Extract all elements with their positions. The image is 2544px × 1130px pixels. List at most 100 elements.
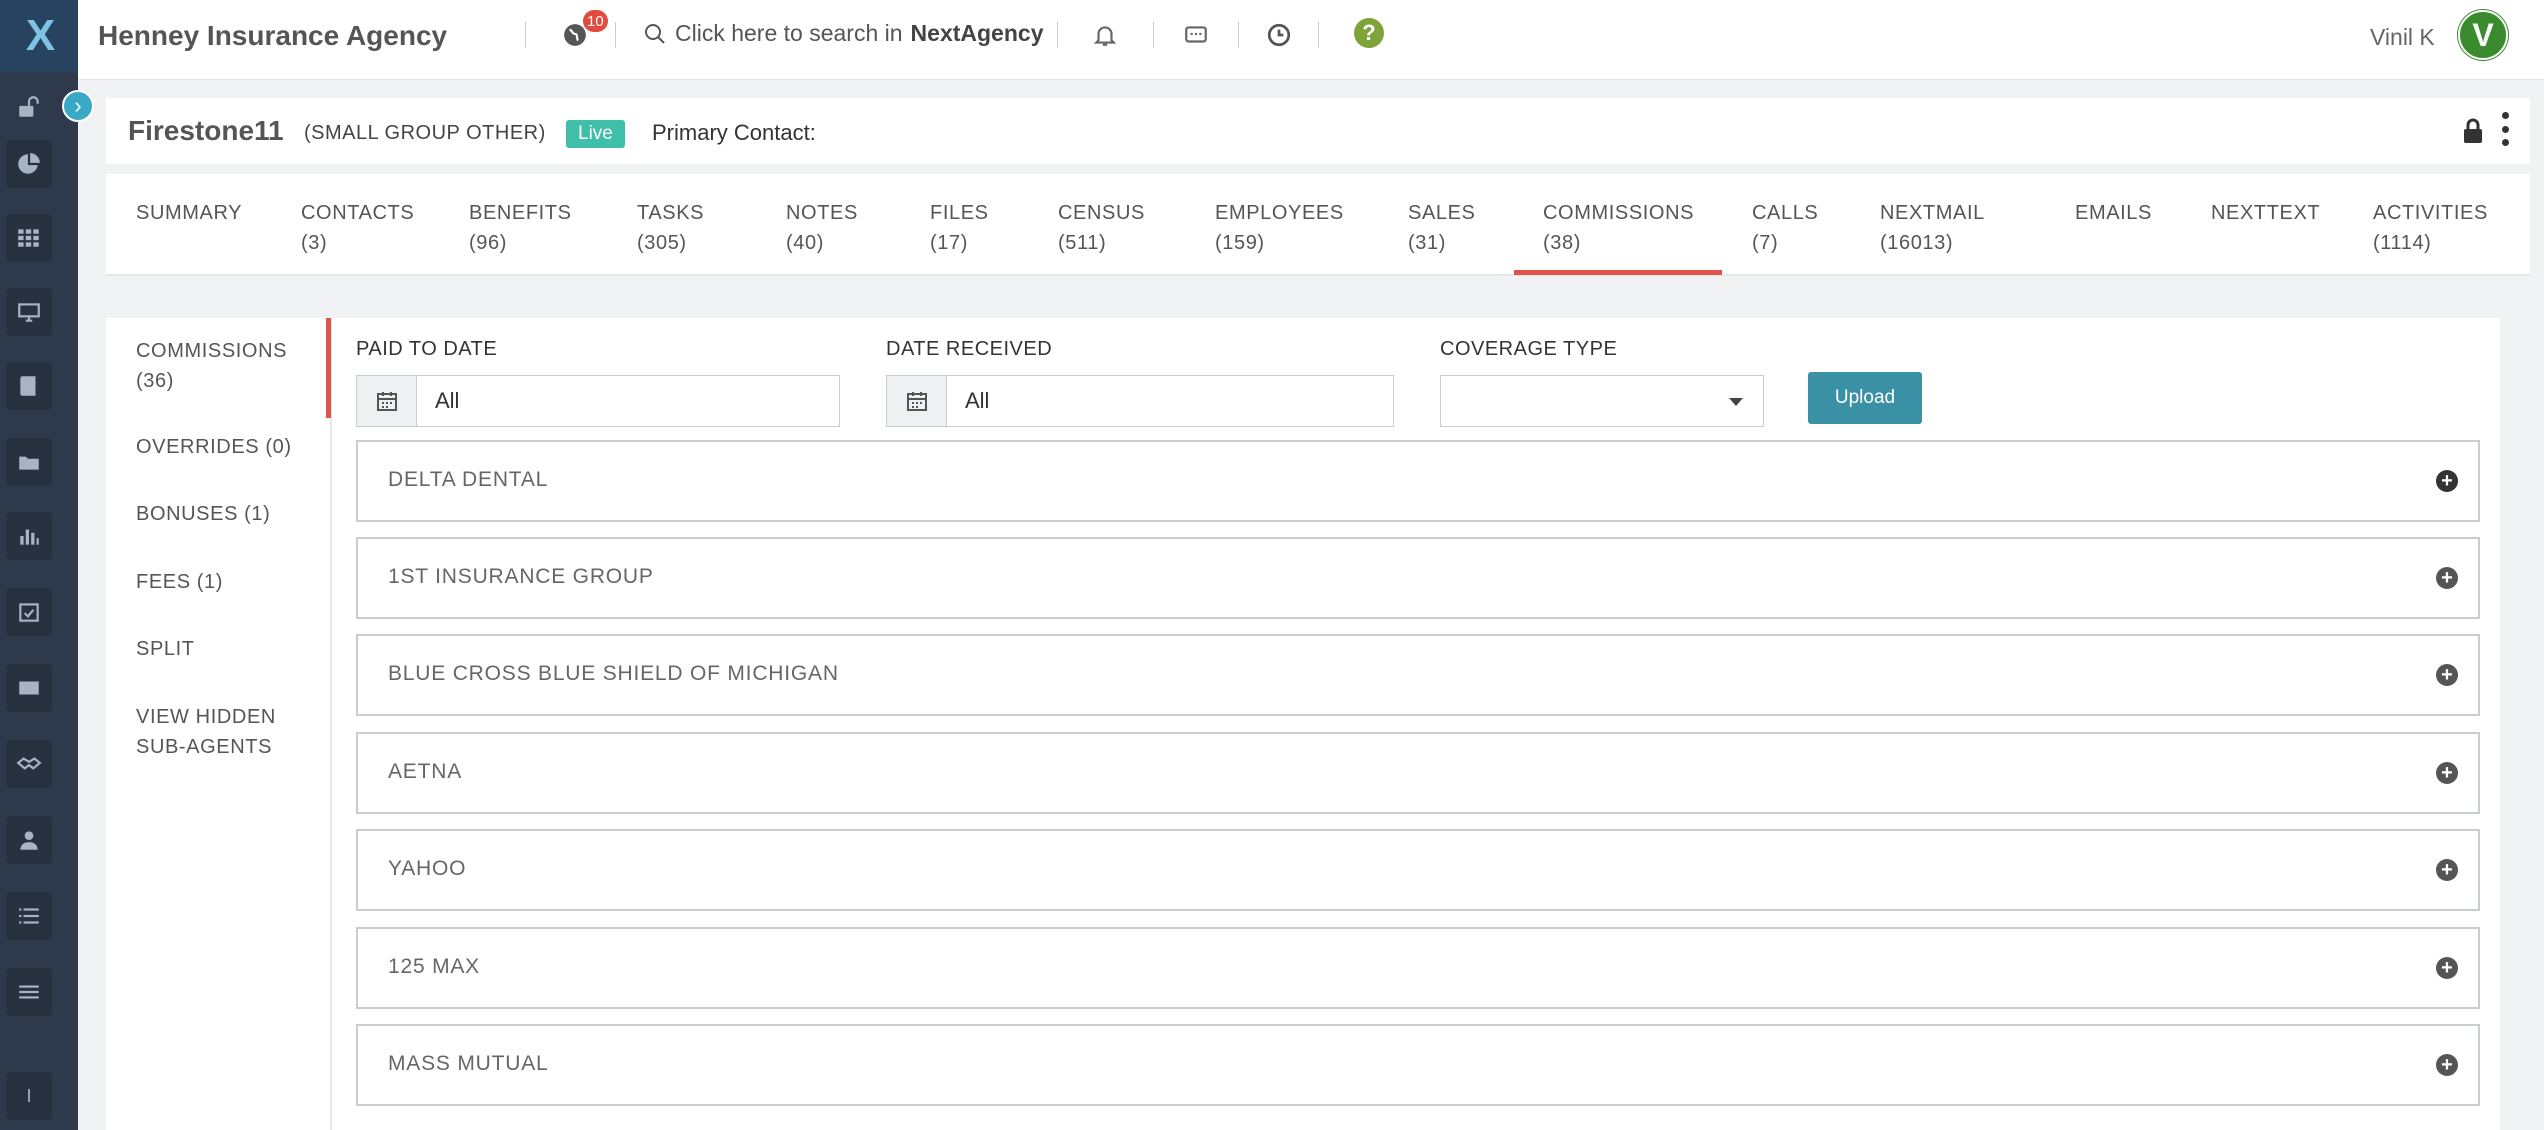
subnav-split[interactable]: SPLIT [136,634,195,664]
divider [1153,22,1154,48]
carrier-name: BLUE CROSS BLUE SHIELD OF MICHIGAN [388,662,839,685]
active-subnav-indicator [326,318,331,418]
carrier-panel[interactable]: DELTA DENTAL + [356,440,2480,522]
bottom-rail-icon[interactable]: I [6,1072,52,1120]
carrier-name: MASS MUTUAL [388,1052,549,1075]
chevron-down-icon [1729,398,1743,406]
tab-contacts[interactable]: CONTACTS (3) [301,198,414,258]
carrier-panel[interactable]: MASS MUTUAL + [356,1024,2480,1106]
search-icon [645,23,665,44]
coverage-type-select[interactable] [1440,375,1764,427]
divider [1057,22,1058,48]
user-name[interactable]: Vinil K [2370,24,2435,51]
subnav-view-hidden-subagents[interactable]: VIEW HIDDEN SUB-AGENTS [136,702,276,762]
carrier-name: AETNA [388,760,463,783]
date-received-field [886,375,1394,427]
record-tabs: SUMMARY CONTACTS (3) BENEFITS (96) TASKS (3… [106,174,2530,276]
upload-button[interactable]: Upload [1808,372,1922,424]
user-icon[interactable] [6,816,52,864]
chat-icon[interactable] [1179,18,1213,52]
tab-files[interactable]: FILES (17) [930,198,989,258]
list-icon[interactable] [6,892,52,940]
date-received-input[interactable] [947,376,1393,426]
tab-summary[interactable]: SUMMARY [136,198,242,228]
agency-name: Henney Insurance Agency [98,20,448,51]
bell-icon[interactable] [1088,18,1122,52]
expand-plus-icon[interactable]: + [2436,1054,2458,1076]
tab-notes[interactable]: NOTES (40) [786,198,858,258]
avatar[interactable]: V [2458,10,2508,60]
rail-toggle-button[interactable]: › [62,90,94,122]
tab-emails[interactable]: EMAILS [2075,198,2152,228]
calendar-icon[interactable] [357,376,417,426]
paid-to-date-field [356,375,840,427]
subnav-commissions[interactable]: COMMISSIONS (36) [136,336,287,396]
folder-icon[interactable] [6,438,52,486]
lock-icon[interactable] [2462,118,2484,149]
commissions-content: COMMISSIONS (36) OVERRIDES (0) BONUSES (1… [106,318,2500,1130]
subnav-fees[interactable]: FEES (1) [136,567,223,597]
tab-tasks[interactable]: TASKS (305) [637,198,704,258]
subnav-overrides[interactable]: OVERRIDES (0) [136,432,292,462]
unlock-icon[interactable] [0,78,58,136]
envelope-icon[interactable] [6,664,52,712]
tab-census[interactable]: CENSUS (511) [1058,198,1145,258]
handshake-icon[interactable] [6,740,52,788]
tab-nextmail[interactable]: NEXTMAIL (16013) [1880,198,1985,258]
carrier-panel[interactable]: YAHOO + [356,829,2480,911]
calendar-icon[interactable] [887,376,947,426]
tab-calls[interactable]: CALLS (7) [1752,198,1818,258]
tab-benefits[interactable]: BENEFITS (96) [469,198,572,258]
carrier-name: 125 MAX [388,955,480,978]
carrier-panel[interactable]: 125 MAX + [356,927,2480,1009]
monitor-icon[interactable] [6,288,52,336]
active-tab-indicator [1514,270,1722,275]
notification-badge: 10 [583,10,608,32]
record-name: Firestone11 [128,115,284,146]
carrier-name: DELTA DENTAL [388,468,549,491]
search-brand: NextAgency [910,20,1044,46]
record-type: (SMALL GROUP OTHER) [304,122,546,144]
expand-plus-icon[interactable]: + [2436,859,2458,881]
divider [1238,22,1239,48]
tab-activities[interactable]: ACTIVITIES (1114) [2373,198,2488,258]
divider [525,22,526,48]
status-badge: Live [566,120,625,148]
tab-sales[interactable]: SALES (31) [1408,198,1475,258]
help-icon[interactable]: ? [1354,18,1384,48]
subnav-bonuses[interactable]: BONUSES (1) [136,499,270,529]
carrier-name: YAHOO [388,857,467,880]
expand-plus-icon[interactable]: + [2436,567,2458,589]
bar-chart-icon[interactable] [6,512,52,560]
carrier-panel[interactable]: 1ST INSURANCE GROUP + [356,537,2480,619]
divider [1318,22,1319,48]
date-received-label: DATE RECEIVED [886,338,1053,360]
pie-chart-icon[interactable] [6,140,52,188]
expand-plus-icon[interactable]: + [2436,762,2458,784]
primary-contact-label: Primary Contact: [652,120,816,145]
clock-icon[interactable] [1262,18,1296,52]
record-header: Firestone11 (SMALL GROUP OTHER) Live Pri… [106,98,2530,164]
carrier-panel[interactable]: BLUE CROSS BLUE SHIELD OF MICHIGAN + [356,634,2480,716]
tab-commissions[interactable]: COMMISSIONS (38) [1543,198,1694,258]
expand-plus-icon[interactable]: + [2436,664,2458,686]
expand-plus-icon[interactable]: + [2436,470,2458,492]
global-search[interactable]: Click here to search in NextAgency [643,20,1043,47]
expand-plus-icon[interactable]: + [2436,957,2458,979]
top-bar: Henney Insurance Agency 10 Click here to… [78,0,2544,80]
calendar-check-icon[interactable] [6,588,52,636]
grid-icon[interactable] [6,214,52,262]
commissions-subnav: COMMISSIONS (36) OVERRIDES (0) BONUSES (1… [106,318,332,1130]
carrier-panel[interactable]: AETNA + [356,732,2480,814]
tab-nexttext[interactable]: NEXTTEXT [2211,198,2320,228]
app-logo[interactable]: X [0,0,78,72]
menu-lines-icon[interactable] [6,968,52,1016]
book-icon[interactable] [6,362,52,410]
left-rail: X I [0,0,78,1130]
tab-employees[interactable]: EMPLOYEES (159) [1215,198,1344,258]
paid-to-date-input[interactable] [417,376,839,426]
search-prefix: Click here to search in [675,20,903,46]
divider [615,22,616,48]
more-options-icon[interactable] [2498,112,2512,146]
paid-to-date-label: PAID TO DATE [356,338,498,360]
